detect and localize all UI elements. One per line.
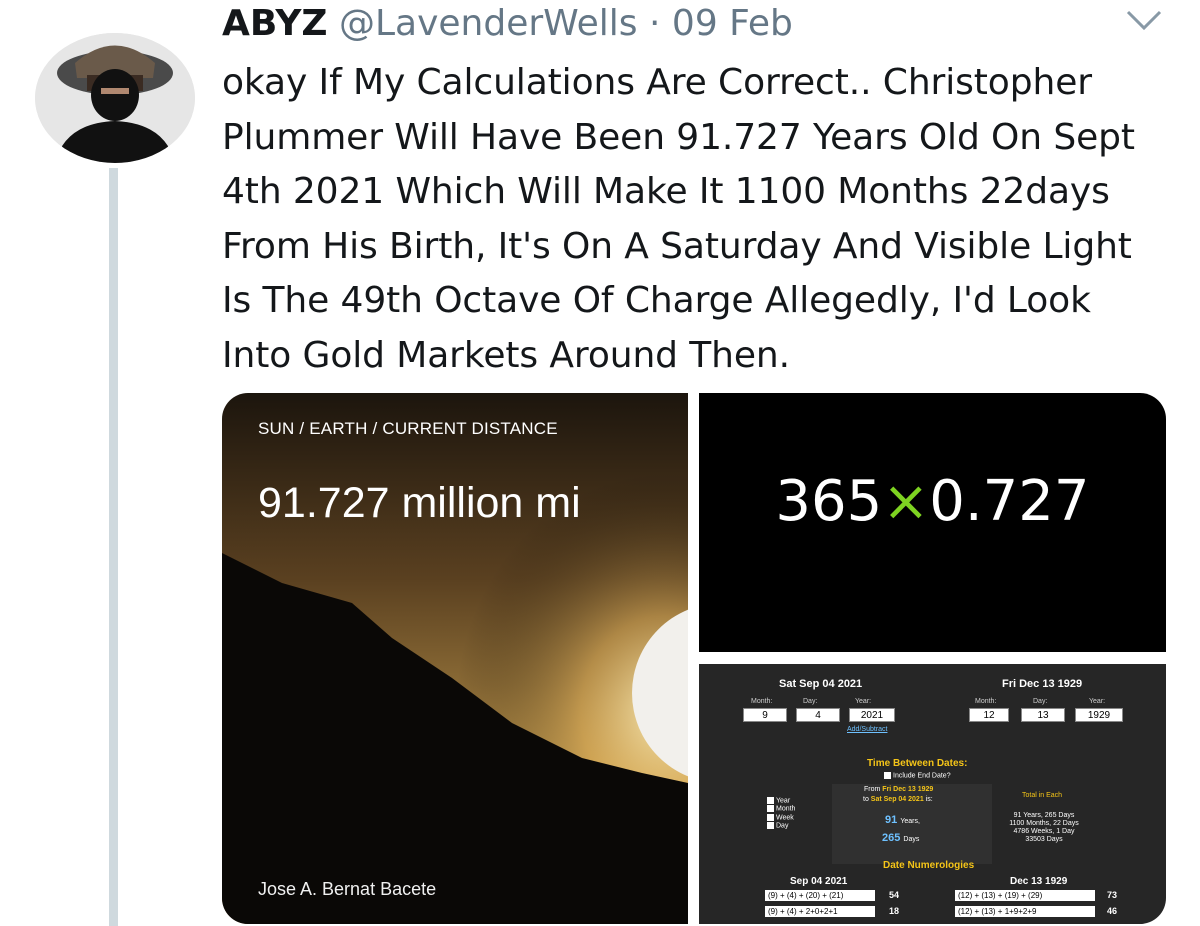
date-a-year: 2021 <box>849 708 895 722</box>
num-b-row-2: (12) + (13) + 1+9+2+9 <box>955 906 1095 917</box>
date-b-month: 12 <box>969 708 1009 722</box>
media-grid: SUN / EARTH / CURRENT DISTANCE 91.727 mi… <box>222 393 1166 924</box>
media-sun-photo[interactable]: SUN / EARTH / CURRENT DISTANCE 91.727 mi… <box>222 393 688 924</box>
time-between-title: Time Between Dates: <box>867 758 968 769</box>
days-value: 265 Days <box>882 832 920 844</box>
calc-operator: × <box>882 469 930 534</box>
years-value: 91 Years, <box>885 814 920 826</box>
include-end-checkbox: Include End Date? <box>884 772 951 779</box>
to-line: to Sat Sep 04 2021 is: <box>863 796 933 803</box>
user-handle[interactable]: @LavenderWells <box>339 3 638 44</box>
avatar-image <box>35 33 195 163</box>
num-b-title: Dec 13 1929 <box>1010 876 1068 887</box>
tweet-date[interactable]: 09 Feb <box>672 3 793 44</box>
totals: 91 Years, 265 Days 1100 Months, 22 Days … <box>1009 812 1079 843</box>
num-b-value-2: 46 <box>1106 906 1117 916</box>
chevron-down-icon[interactable] <box>1124 6 1164 34</box>
photo-credit: Jose A. Bernat Bacete <box>258 879 437 899</box>
unit-checkboxes: Year Month Week Day <box>767 797 795 830</box>
date-a-month-label: Month: <box>751 698 773 705</box>
thread-line <box>109 168 118 926</box>
tweet-text: okay If My Calculations Are Correct.. Ch… <box>222 62 1135 376</box>
tweet-header: ABYZ @LavenderWells · 09 Feb <box>222 2 793 46</box>
numerologies-title: Date Numerologies <box>883 860 975 871</box>
date-b-year-label: Year: <box>1089 698 1106 705</box>
from-line: From Fri Dec 13 1929 <box>864 786 934 793</box>
num-b-value-1: 73 <box>1106 890 1117 900</box>
date-b-month-label: Month: <box>975 698 997 705</box>
date-a-year-label: Year: <box>855 698 872 705</box>
num-b-row-1: (12) + (13) + (19) + (29) <box>955 890 1095 901</box>
sun-caption: SUN / EARTH / CURRENT DISTANCE <box>258 419 558 438</box>
date-b-year: 1929 <box>1075 708 1123 722</box>
num-a-row-2: (9) + (4) + 2+0+2+1 <box>765 906 875 917</box>
date-a-month: 9 <box>743 708 787 722</box>
calculation-text: 365×0.727 <box>699 469 1166 534</box>
calc-right: 0.727 <box>929 469 1090 534</box>
num-a-value-2: 18 <box>888 906 899 916</box>
add-subtract-link: Add/Subtract <box>847 726 888 733</box>
date-b-title: Fri Dec 13 1929 <box>1002 678 1083 690</box>
num-a-value-1: 54 <box>888 890 899 900</box>
media-calculation[interactable]: 365×0.727 <box>699 393 1166 652</box>
media-date-calculator[interactable]: Sat Sep 04 2021 Month: Day: Year: 9 4 20… <box>699 664 1166 924</box>
sun-distance: 91.727 million mi <box>258 479 581 527</box>
num-a-row-1: (9) + (4) + (20) + (21) <box>765 890 875 901</box>
separator: · <box>649 3 661 44</box>
avatar[interactable] <box>35 33 195 163</box>
date-a-day: 4 <box>796 708 840 722</box>
num-a-title: Sep 04 2021 <box>790 876 848 887</box>
display-name[interactable]: ABYZ <box>222 3 328 44</box>
date-a-title: Sat Sep 04 2021 <box>779 678 863 690</box>
sunset-image <box>222 393 688 924</box>
calc-left: 365 <box>775 469 883 534</box>
include-end-label: Include End Date? <box>893 772 951 780</box>
date-a-day-label: Day: <box>803 698 818 705</box>
date-b-day: 13 <box>1021 708 1065 722</box>
total-title: Total in Each <box>1022 792 1063 799</box>
date-b-day-label: Day: <box>1033 698 1048 705</box>
